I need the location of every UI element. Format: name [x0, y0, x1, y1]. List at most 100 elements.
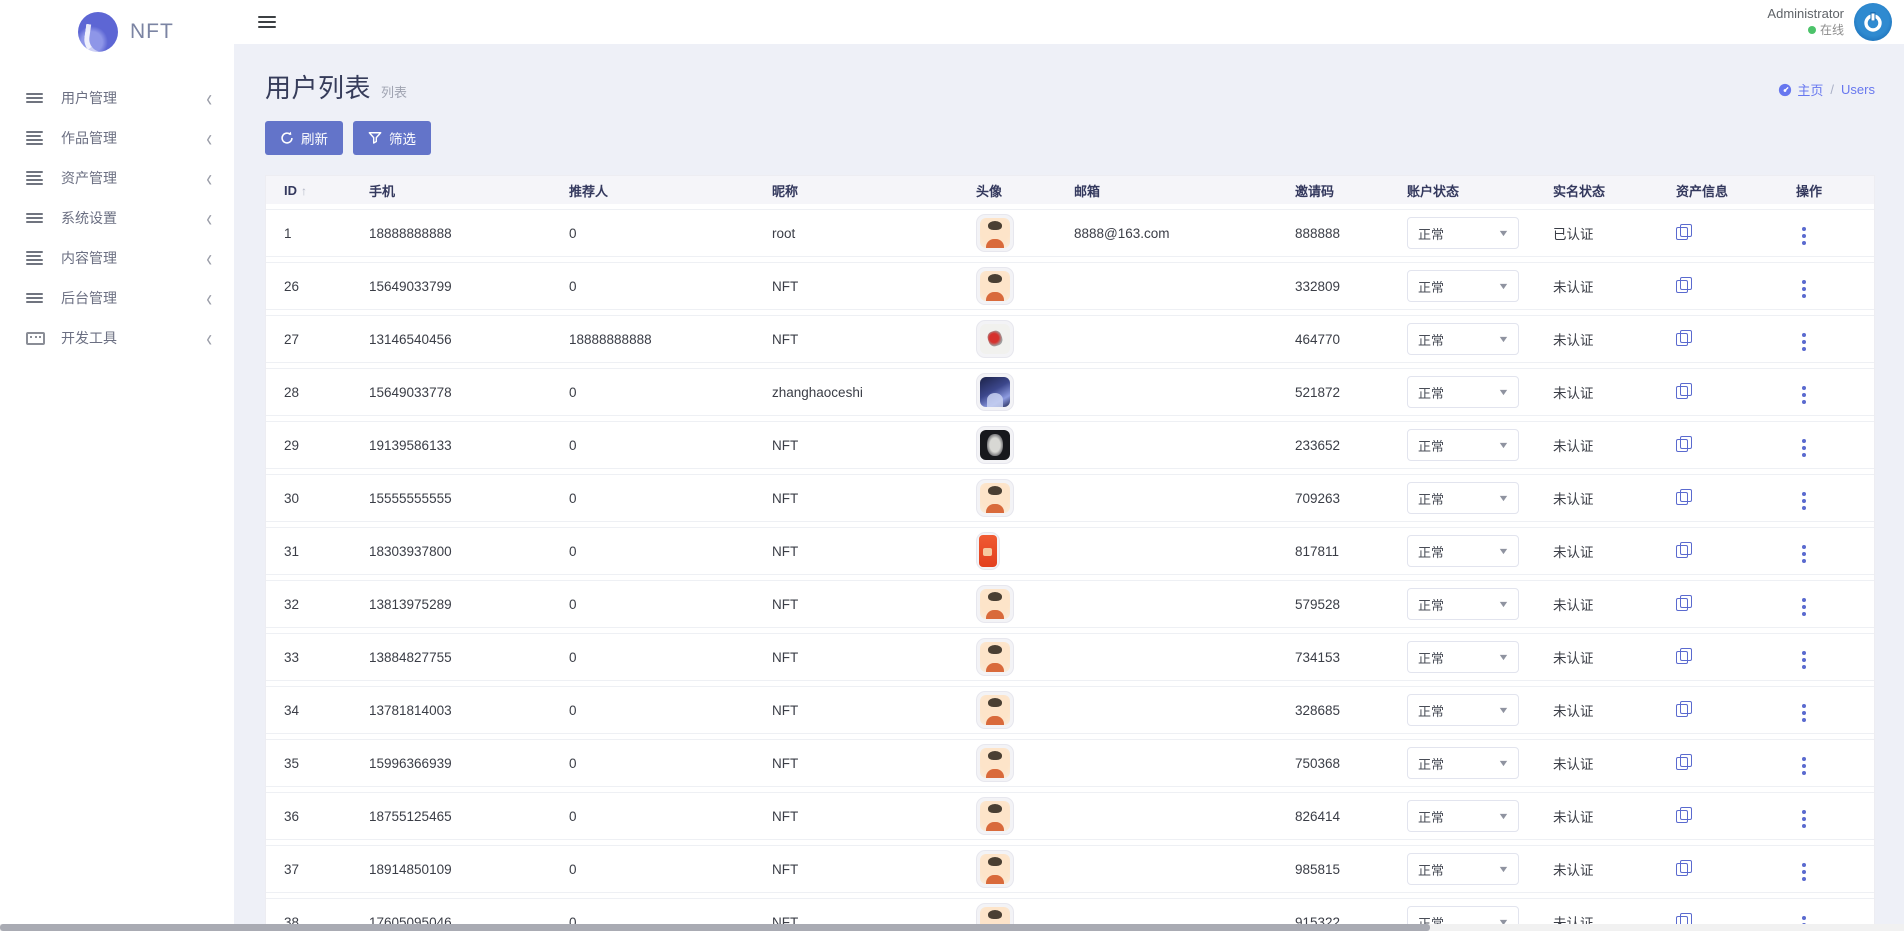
col-nickname[interactable]: 昵称	[754, 176, 958, 204]
more-actions-icon[interactable]	[1796, 701, 1812, 725]
filter-button[interactable]: 筛选	[353, 121, 431, 155]
scrollbar-thumb[interactable]	[0, 924, 1430, 931]
avatar[interactable]	[976, 214, 1014, 252]
cell-nickname: NFT	[754, 686, 958, 734]
sidebar-item-6[interactable]: 后台管理‹	[0, 278, 234, 318]
avatar[interactable]	[976, 797, 1014, 835]
sidebar-item-4[interactable]: 系统设置‹	[0, 198, 234, 238]
account-status-select[interactable]: 正常 ▼	[1407, 535, 1519, 567]
cell-realname-status: 未认证	[1535, 580, 1658, 628]
cell-referrer: 0	[551, 739, 754, 787]
sidebar-item-2[interactable]: 作品管理‹	[0, 118, 234, 158]
cell-actions	[1778, 792, 1875, 840]
more-actions-icon[interactable]	[1796, 489, 1812, 513]
copy-icon[interactable]	[1676, 224, 1692, 240]
account-status-select[interactable]: 正常 ▼	[1407, 694, 1519, 726]
horizontal-scrollbar[interactable]	[0, 924, 1904, 931]
account-status-select[interactable]: 正常 ▼	[1407, 217, 1519, 249]
sidebar-item-7[interactable]: 开发工具‹	[0, 318, 234, 358]
account-status-select[interactable]: 正常 ▼	[1407, 482, 1519, 514]
account-status-select[interactable]: 正常 ▼	[1407, 270, 1519, 302]
account-status-select[interactable]: 正常 ▼	[1407, 747, 1519, 779]
cell-invite: 709263	[1277, 474, 1389, 522]
avatar[interactable]	[976, 744, 1014, 782]
avatar[interactable]	[976, 267, 1014, 305]
avatar[interactable]	[976, 320, 1014, 358]
breadcrumb-home-link[interactable]: 主页	[1778, 80, 1823, 99]
copy-icon[interactable]	[1676, 648, 1692, 664]
cell-avatar	[958, 580, 1056, 628]
more-actions-icon[interactable]	[1796, 277, 1812, 301]
copy-icon[interactable]	[1676, 754, 1692, 770]
cell-phone: 18303937800	[351, 527, 551, 575]
cell-account-status: 正常 ▼	[1389, 315, 1535, 363]
more-actions-icon[interactable]	[1796, 542, 1812, 566]
copy-icon[interactable]	[1676, 701, 1692, 717]
copy-icon[interactable]	[1676, 277, 1692, 293]
sidebar-item-5[interactable]: 内容管理‹	[0, 238, 234, 278]
cell-avatar	[958, 845, 1056, 893]
chevron-left-icon: ‹	[206, 246, 212, 270]
cell-realname-status: 未认证	[1535, 262, 1658, 310]
more-actions-icon[interactable]	[1796, 648, 1812, 672]
copy-icon[interactable]	[1676, 595, 1692, 611]
avatar[interactable]	[976, 426, 1014, 464]
more-actions-icon[interactable]	[1796, 807, 1812, 831]
cell-referrer: 18888888888	[551, 315, 754, 363]
more-actions-icon[interactable]	[1796, 595, 1812, 619]
col-phone[interactable]: 手机	[351, 176, 551, 204]
col-invite[interactable]: 邀请码	[1277, 176, 1389, 204]
avatar[interactable]	[976, 532, 1000, 570]
col-referrer[interactable]: 推荐人	[551, 176, 754, 204]
more-actions-icon[interactable]	[1796, 754, 1812, 778]
avatar[interactable]	[976, 373, 1014, 411]
sidebar-item-3[interactable]: 资产管理‹	[0, 158, 234, 198]
more-actions-icon[interactable]	[1796, 224, 1812, 248]
more-actions-icon[interactable]	[1796, 436, 1812, 460]
copy-icon[interactable]	[1676, 489, 1692, 505]
account-status-select[interactable]: 正常 ▼	[1407, 429, 1519, 461]
more-actions-icon[interactable]	[1796, 860, 1812, 884]
cell-phone: 18914850109	[351, 845, 551, 893]
power-icon	[1861, 10, 1885, 34]
avatar[interactable]	[976, 585, 1014, 623]
sidebar-item-1[interactable]: 用户管理‹	[0, 78, 234, 118]
copy-icon[interactable]	[1676, 807, 1692, 823]
cell-realname-status: 未认证	[1535, 368, 1658, 416]
account-status-select[interactable]: 正常 ▼	[1407, 588, 1519, 620]
cell-referrer: 0	[551, 262, 754, 310]
copy-icon[interactable]	[1676, 542, 1692, 558]
avatar[interactable]	[976, 638, 1014, 676]
table-header-row: ID↑ 手机 推荐人 昵称 头像 邮箱 邀请码 账户状态 实名状态 资产信息 操…	[266, 176, 1875, 204]
copy-icon[interactable]	[1676, 436, 1692, 452]
cell-phone: 13781814003	[351, 686, 551, 734]
cell-phone: 13813975289	[351, 580, 551, 628]
cell-asset-info	[1658, 315, 1778, 363]
more-actions-icon[interactable]	[1796, 330, 1812, 354]
col-email[interactable]: 邮箱	[1056, 176, 1277, 204]
refresh-button[interactable]: 刷新	[265, 121, 343, 155]
cell-id: 37	[266, 845, 351, 893]
table-row: 37 18914850109 0 NFT 985815 正常 ▼ 未认证	[266, 845, 1875, 893]
avatar[interactable]	[976, 850, 1014, 888]
user-avatar[interactable]	[1854, 3, 1892, 41]
col-id[interactable]: ID↑	[266, 176, 351, 204]
account-status-select[interactable]: 正常 ▼	[1407, 323, 1519, 355]
account-status-select[interactable]: 正常 ▼	[1407, 800, 1519, 832]
cell-email	[1056, 421, 1277, 469]
account-status-select[interactable]: 正常 ▼	[1407, 853, 1519, 885]
brand[interactable]: NFT	[0, 0, 234, 64]
list-icon	[26, 213, 43, 223]
avatar[interactable]	[976, 691, 1014, 729]
chevron-left-icon: ‹	[206, 126, 212, 150]
copy-icon[interactable]	[1676, 383, 1692, 399]
user-status: 在线	[1767, 23, 1844, 38]
account-status-select[interactable]: 正常 ▼	[1407, 376, 1519, 408]
copy-icon[interactable]	[1676, 330, 1692, 346]
account-status-select[interactable]: 正常 ▼	[1407, 641, 1519, 673]
sidebar-toggle-icon[interactable]	[258, 16, 276, 28]
more-actions-icon[interactable]	[1796, 383, 1812, 407]
table-row: 34 13781814003 0 NFT 328685 正常 ▼ 未认证	[266, 686, 1875, 734]
avatar[interactable]	[976, 479, 1014, 517]
copy-icon[interactable]	[1676, 860, 1692, 876]
